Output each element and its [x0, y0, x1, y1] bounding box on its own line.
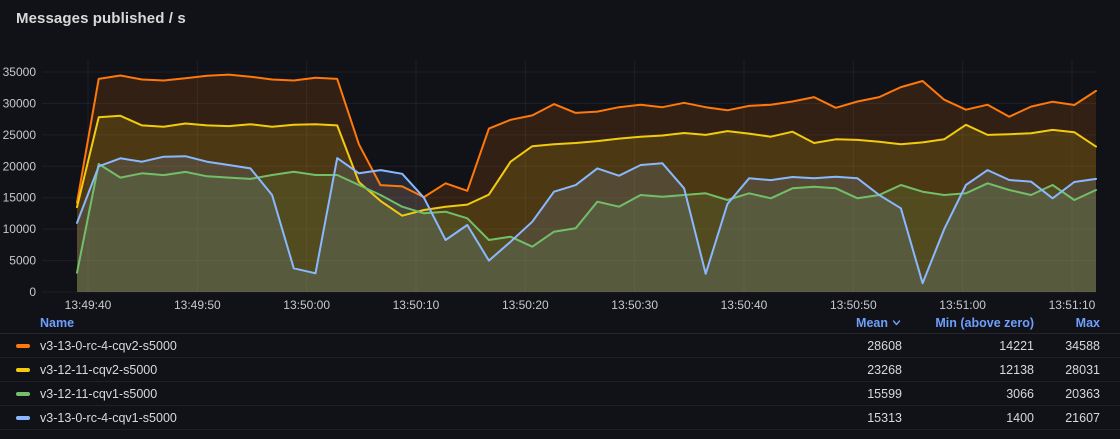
y-axis-label: 5000	[9, 254, 36, 268]
series-name[interactable]: v3-12-11-cqv1-s5000	[40, 387, 157, 401]
series-name[interactable]: v3-12-11-cqv2-s5000	[40, 363, 157, 377]
grafana-panel: Messages published / s 0 5000 10000 15000 20…	[0, 0, 1120, 439]
legend-row: v3-13-0-rc-4-cqv1-s5000 15313 1400 21607	[0, 406, 1120, 430]
legend-header-mean-label: Mean	[856, 316, 888, 330]
series-max-value: 28031	[1034, 363, 1100, 377]
legend-header-mean[interactable]: Mean	[792, 316, 902, 330]
legend-header-row: Name Mean Min (above zero) Max	[0, 312, 1120, 334]
y-axis-label: 15000	[3, 191, 37, 205]
series-name[interactable]: v3-13-0-rc-4-cqv2-s5000	[40, 339, 177, 353]
series-max-value: 34588	[1034, 339, 1100, 353]
panel-title: Messages published / s	[16, 10, 186, 27]
series-color-swatch[interactable]	[16, 392, 30, 396]
y-axis-label: 0	[29, 285, 36, 299]
series-name[interactable]: v3-13-0-rc-4-cqv1-s5000	[40, 411, 177, 425]
x-axis-label: 13:50:20	[502, 298, 549, 312]
legend-row: v3-12-11-cqv1-s5000 15599 3066 20363	[0, 382, 1120, 406]
x-axis-label: 13:50:30	[611, 298, 658, 312]
x-axis-label: 13:49:50	[174, 298, 221, 312]
series-mean-value: 15313	[792, 411, 902, 425]
panel-header: Messages published / s	[0, 0, 1120, 34]
series-color-swatch[interactable]	[16, 416, 30, 420]
y-axis-label: 25000	[3, 128, 37, 142]
series-min-value: 1400	[902, 411, 1034, 425]
legend-table: Name Mean Min (above zero) Max v3-13-0-r…	[0, 312, 1120, 430]
x-axis-label: 13:51:00	[939, 298, 986, 312]
series-max-value: 20363	[1034, 387, 1100, 401]
time-series-plot[interactable]: 0 5000 10000 15000 20000 25000 30000 35000 13:49…	[0, 34, 1120, 312]
sort-chevron-down-icon	[891, 317, 902, 328]
series-max-value: 21607	[1034, 411, 1100, 425]
x-axis-label: 13:50:10	[393, 298, 440, 312]
series-min-value: 14221	[902, 339, 1034, 353]
legend-header-name[interactable]: Name	[16, 316, 792, 330]
x-axis-label: 13:51:10	[1049, 298, 1096, 312]
legend-row: v3-12-11-cqv2-s5000 23268 12138 28031	[0, 358, 1120, 382]
y-axis-label: 35000	[3, 65, 37, 79]
series-mean-value: 15599	[792, 387, 902, 401]
series-color-swatch[interactable]	[16, 368, 30, 372]
series-color-swatch[interactable]	[16, 344, 30, 348]
series-mean-value: 28608	[792, 339, 902, 353]
y-axis-label: 10000	[3, 222, 37, 236]
x-axis-label: 13:49:40	[65, 298, 112, 312]
legend-header-min[interactable]: Min (above zero)	[902, 316, 1034, 330]
x-axis-label: 13:50:40	[721, 298, 768, 312]
legend-header-max[interactable]: Max	[1034, 316, 1100, 330]
y-axis-label: 30000	[3, 96, 37, 110]
y-axis-label: 20000	[3, 159, 37, 173]
series-mean-value: 23268	[792, 363, 902, 377]
series-min-value: 12138	[902, 363, 1034, 377]
series-min-value: 3066	[902, 387, 1034, 401]
x-axis-label: 13:50:50	[830, 298, 877, 312]
x-axis-label: 13:50:00	[283, 298, 330, 312]
legend-row: v3-13-0-rc-4-cqv2-s5000 28608 14221 3458…	[0, 334, 1120, 358]
